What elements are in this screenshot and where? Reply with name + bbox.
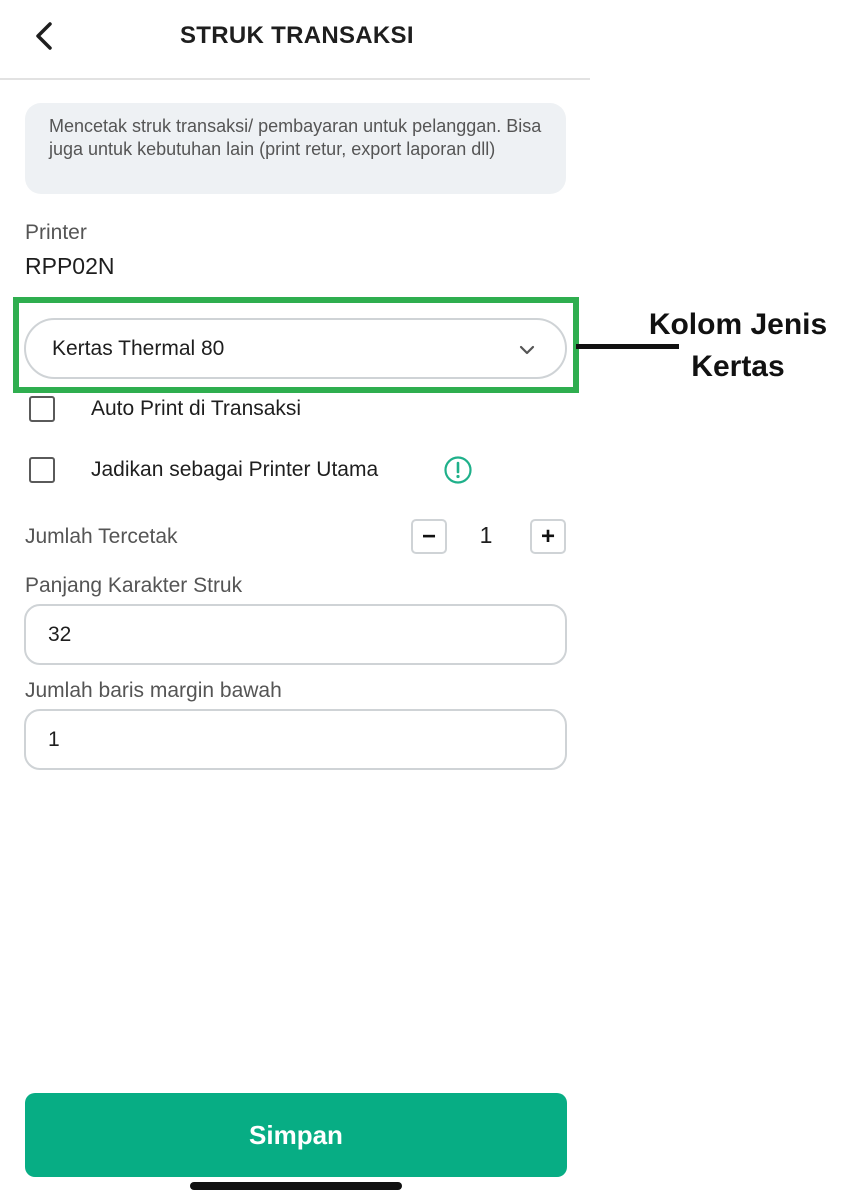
auto-print-checkbox[interactable] [29,396,55,422]
char-length-label: Panjang Karakter Struk [25,574,243,597]
save-button[interactable]: Simpan [25,1093,567,1177]
info-circle-icon[interactable] [443,455,473,485]
auto-print-label: Auto Print di Transaksi [91,397,302,420]
back-button[interactable] [26,16,62,56]
print-count-value: 1 [479,522,493,548]
chevron-down-icon [519,345,535,355]
main-printer-option[interactable]: Jadikan sebagai Printer Utama [29,455,378,485]
paper-type-select[interactable]: Kertas Thermal 80 [24,318,567,379]
bottom-margin-input[interactable] [24,709,567,770]
home-indicator [190,1182,402,1190]
bottom-margin-label: Jumlah baris margin bawah [25,679,282,702]
paper-type-value: Kertas Thermal 80 [52,336,225,360]
main-printer-checkbox[interactable] [29,457,55,483]
chevron-left-icon [36,22,52,50]
auto-print-option[interactable]: Auto Print di Transaksi [29,394,301,424]
header-bar: STRUK TRANSAKSI [0,0,590,80]
info-description: Mencetak struk transaksi/ pembayaran unt… [25,103,566,194]
increment-button[interactable]: + [530,519,566,554]
printer-label: Printer [25,221,87,244]
page-title: STRUK TRANSAKSI [180,22,414,49]
annotation-label: Kolom Jenis Kertas [648,308,828,383]
char-length-input[interactable] [24,604,567,665]
decrement-button[interactable]: − [411,519,447,554]
print-count-label: Jumlah Tercetak [25,525,178,548]
main-printer-label: Jadikan sebagai Printer Utama [91,458,379,481]
printer-name: RPP02N [25,253,115,279]
